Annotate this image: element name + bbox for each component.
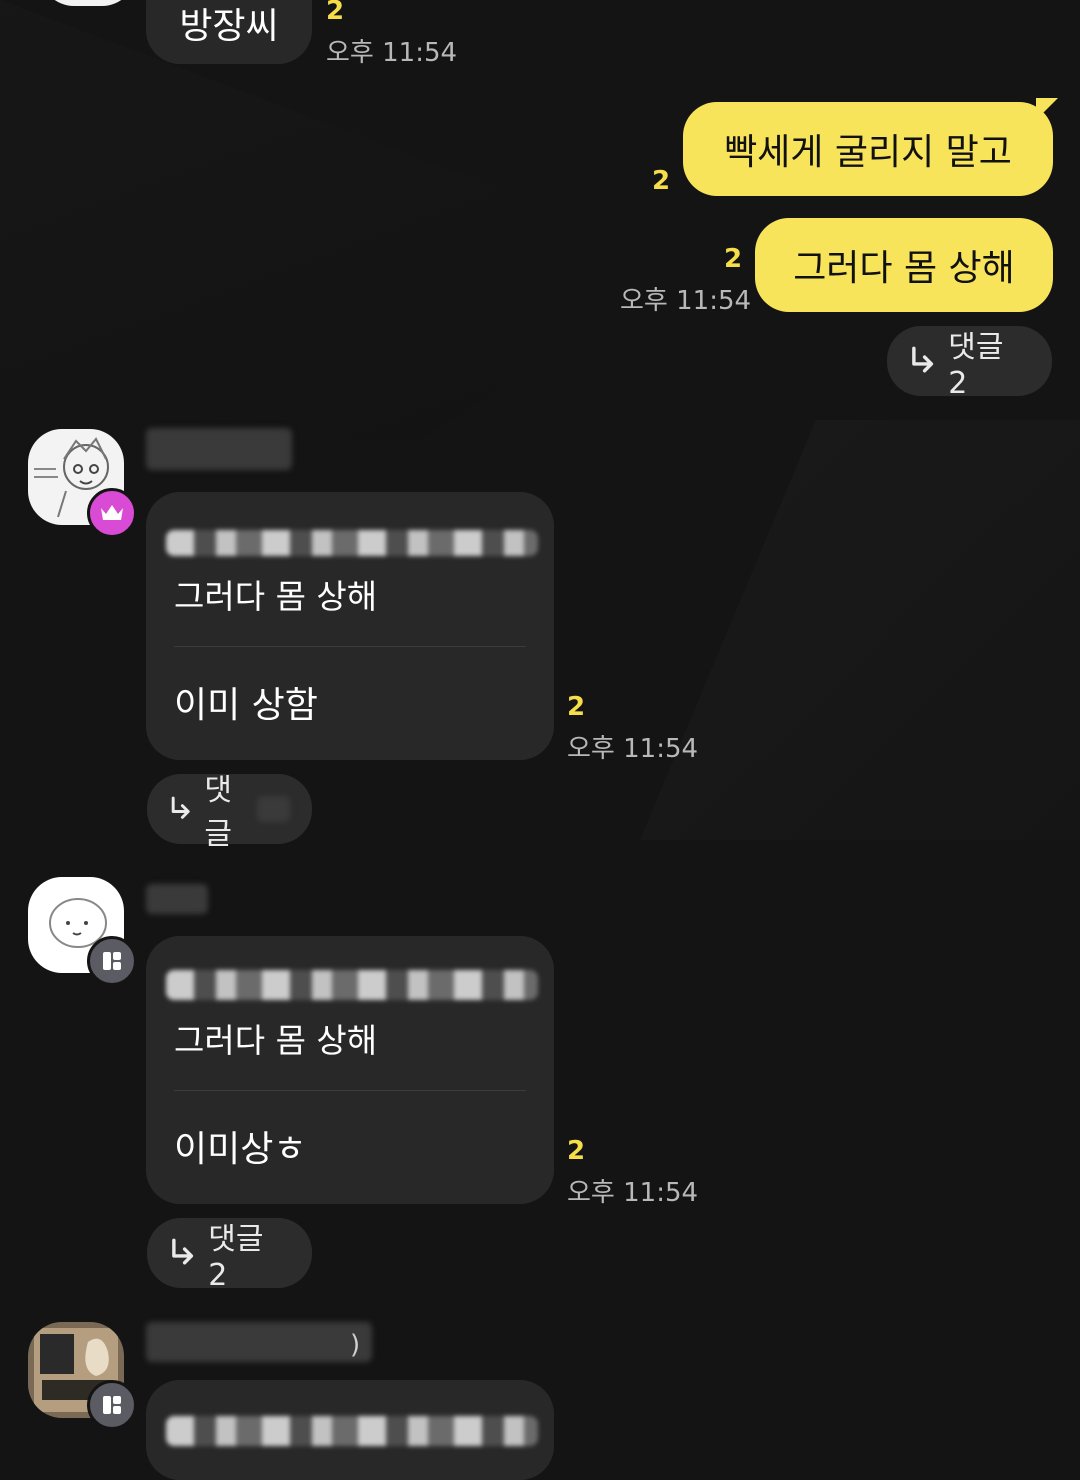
unread-count: 2 [724, 244, 743, 274]
message-text: 이미상ㅎ [174, 1129, 307, 1170]
unread-count: 2 [567, 1136, 586, 1166]
reply-thread-button[interactable]: 댓글 2 [147, 1218, 312, 1293]
message-text: 방장씨 [179, 6, 279, 47]
app-badge-icon [103, 1396, 121, 1414]
quoted-header-redacted [166, 970, 538, 1000]
reply-count-label: 댓글 2 [208, 1221, 264, 1293]
unread-count: 2 [652, 166, 671, 196]
app-badge [87, 936, 137, 986]
reply-arrow-icon [912, 346, 934, 373]
reply-count-label: 댓글 [204, 773, 233, 852]
message-text: 그러다 몸 상해 [793, 248, 1015, 289]
reply-thread-button[interactable]: 댓글 [147, 773, 312, 852]
message-text: 빡세게 굴리지 말고 [724, 132, 1012, 173]
sender-name-redacted [146, 1322, 372, 1362]
reply-message-bubble[interactable]: 그러다 몸 상해 이미 상함 [146, 492, 554, 760]
quoted-text: 그러다 몸 상해 [174, 577, 378, 616]
message-time: 오후 11:54 [567, 734, 699, 764]
divider [174, 646, 526, 647]
my-message-bubble[interactable]: 그러다 몸 상해 [755, 218, 1053, 312]
sender-name-redacted [146, 884, 208, 914]
avatar[interactable] [40, 0, 136, 6]
unread-count: 2 [326, 0, 345, 26]
quoted-header-redacted [166, 530, 538, 556]
reply-arrow-icon [172, 1238, 194, 1265]
message-time: 오후 11:54 [620, 286, 752, 316]
sender-name-suffix: ) [350, 1330, 361, 1360]
message-text: 이미 상함 [174, 685, 318, 726]
reply-thread-button[interactable]: 댓글 2 [887, 326, 1052, 401]
reply-count-label: 댓글 2 [948, 329, 1004, 401]
reply-count-redacted [256, 796, 290, 822]
message-time: 오후 11:54 [326, 38, 458, 68]
unread-count: 2 [567, 692, 586, 722]
divider [174, 1090, 526, 1091]
crown-icon [101, 505, 123, 520]
sender-name-redacted [146, 428, 292, 470]
reply-message-bubble[interactable]: 그러다 몸 상해 이미상ㅎ [146, 936, 554, 1204]
quoted-text: 그러다 몸 상해 [174, 1021, 378, 1060]
quoted-header-redacted [166, 1416, 538, 1446]
reply-message-bubble[interactable] [146, 1380, 554, 1480]
app-badge-icon [103, 952, 121, 970]
crown-badge [87, 488, 137, 538]
app-badge [87, 1380, 137, 1430]
background-shape [640, 420, 1080, 840]
message-bubble[interactable]: 방장씨 [146, 0, 312, 64]
reply-arrow-icon [171, 796, 190, 819]
my-message-bubble[interactable]: 빡세게 굴리지 말고 [683, 102, 1053, 196]
message-time: 오후 11:54 [567, 1178, 699, 1208]
